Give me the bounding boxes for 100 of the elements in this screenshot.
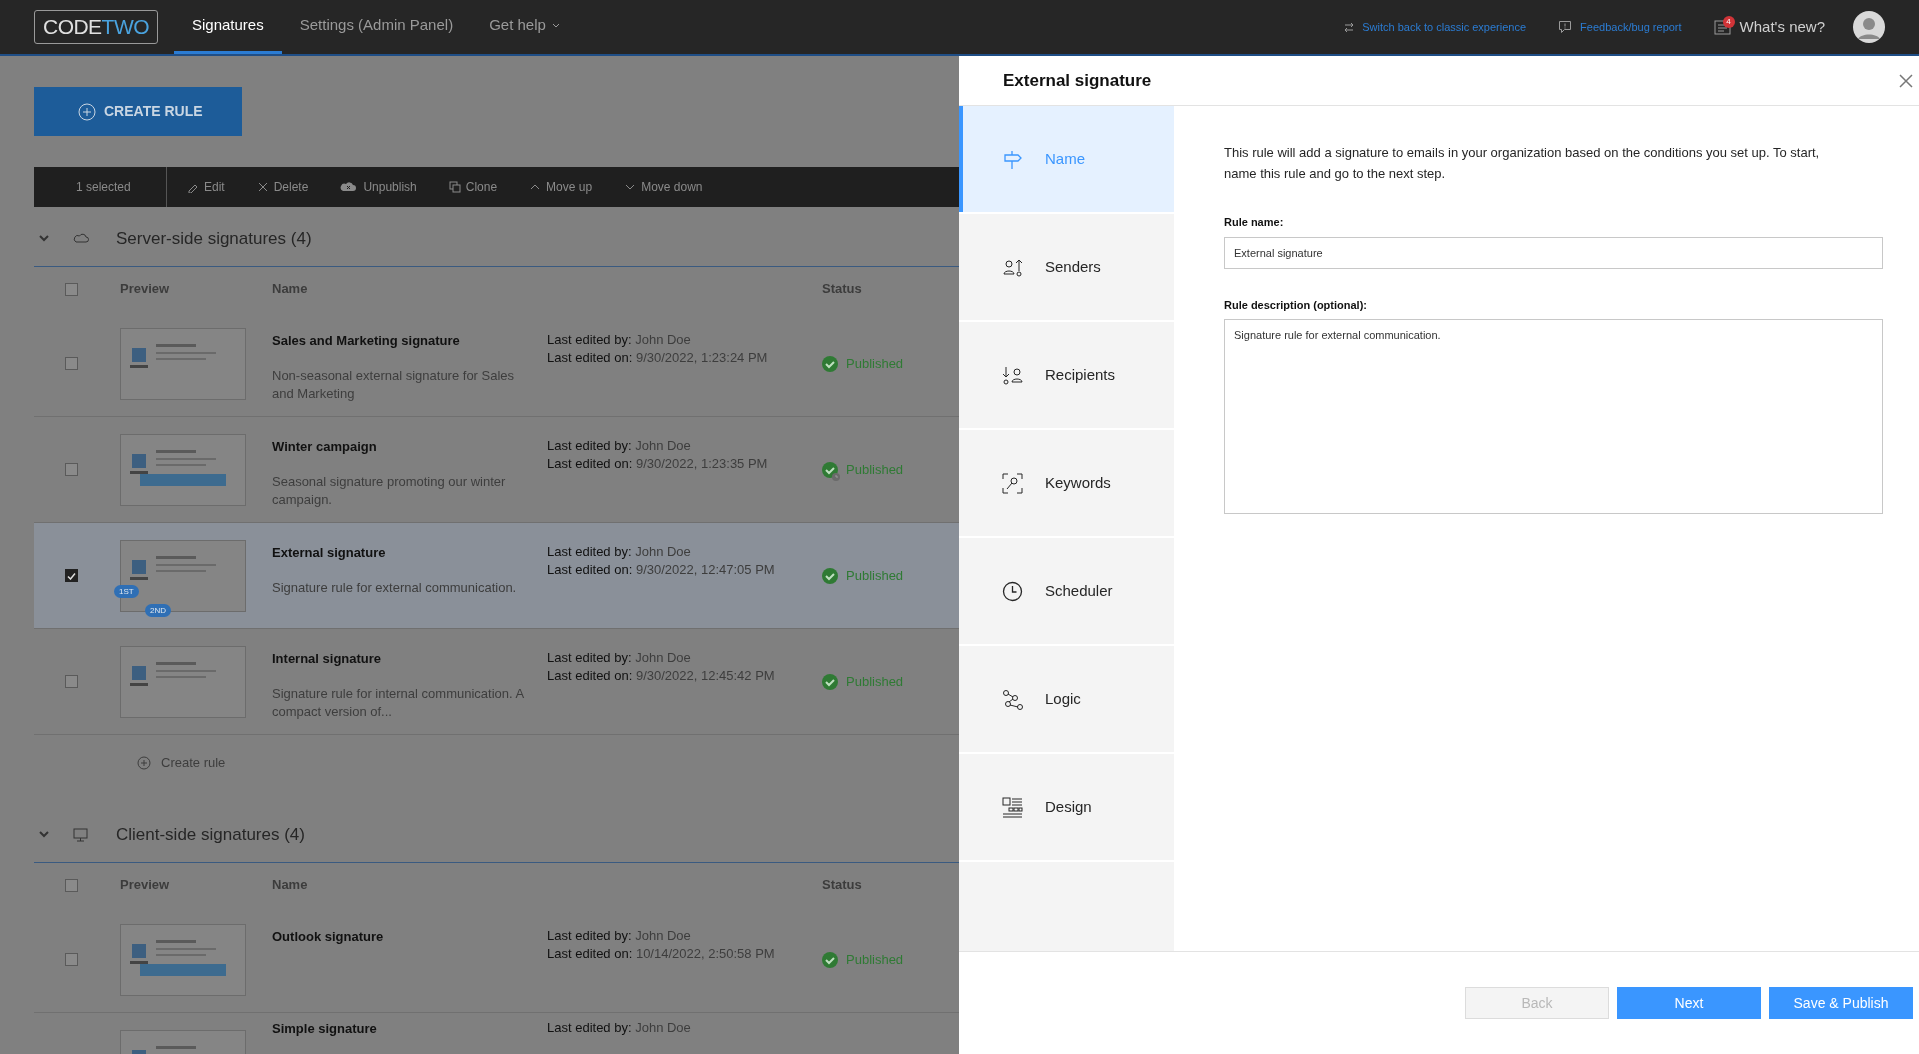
toolbar-button[interactable]: Move down	[624, 178, 703, 196]
create-rule-button[interactable]: CREATE RULE	[34, 87, 242, 136]
signature-name[interactable]: Internal signature	[272, 649, 527, 669]
column-header: Status	[822, 876, 863, 895]
section-title: Client-side signatures (4)	[116, 823, 305, 846]
wizard-step[interactable]: Recipients	[959, 322, 1174, 428]
plus-circle-icon	[78, 102, 96, 121]
check-circle-icon	[822, 461, 838, 478]
logo[interactable]: CODETWO	[34, 10, 158, 44]
feedback-icon	[1558, 20, 1573, 34]
copy-icon	[448, 181, 461, 193]
toolbar-button[interactable]: Clone	[448, 178, 498, 196]
text-area[interactable]: Signature rule for external communication.	[1224, 319, 1883, 514]
nav-tab[interactable]: Get help	[471, 0, 578, 54]
checkbox[interactable]	[65, 953, 78, 966]
table-row[interactable]: 1ST 2ND External signature Signature rule for external communication. Last edited by: John Doe Last edited on: 9/30/2022, 12:47:05 PM Published	[34, 523, 959, 629]
monitor-icon	[73, 827, 88, 842]
signature-name[interactable]: Outlook signature	[272, 927, 527, 947]
last-edited-by: Last edited by: John Doe	[547, 649, 692, 667]
user-avatar[interactable]	[1853, 11, 1885, 43]
header-link[interactable]: Switch back to classic experience	[1344, 0, 1527, 54]
wizard-step[interactable]: Design	[959, 754, 1174, 860]
chevron-down-icon[interactable]	[39, 235, 49, 242]
input-field[interactable]: External signature	[1224, 236, 1883, 269]
last-edited-by: Last edited by: John Doe	[547, 543, 692, 561]
table-row[interactable]: Internal signature Signature rule for internal communication. A compact version of... Last edited by: John Doe Last edited on: 9/30/2022, 12:45:42 PM Published	[34, 629, 959, 735]
checkbox[interactable]	[65, 282, 78, 296]
wizard-step[interactable]: Keywords	[959, 430, 1174, 536]
close-icon[interactable]	[1899, 73, 1913, 88]
checkbox[interactable]	[65, 878, 78, 892]
toolbar-button[interactable]: Move up	[529, 178, 593, 196]
whats-new-link[interactable]: What's new?	[1739, 15, 1825, 39]
check-circle-icon	[822, 951, 838, 968]
check-circle-icon	[822, 567, 838, 584]
signature-name[interactable]: Winter campaign	[272, 437, 527, 457]
table-row[interactable]: Sales and Marketing signature Non-seasonal external signature for Sales and Marketing Last edited by: John Doe Last edited on: 9/30/2022, 1:23:24 PM Published	[34, 311, 959, 417]
panel-title: External signature	[1002, 69, 1153, 92]
signature-name[interactable]: External signature	[272, 543, 527, 563]
plus-circle-icon	[137, 756, 151, 770]
checkbox[interactable]	[65, 463, 78, 476]
last-edited-on: Last edited on: 9/30/2022, 12:45:42 PM	[547, 667, 776, 685]
last-edited-on: Last edited on: 9/30/2022, 12:47:05 PM	[547, 561, 776, 579]
swap-arrows-icon	[1344, 21, 1355, 33]
create-rule-link[interactable]: Create rule	[137, 753, 226, 773]
last-edited-on: Last edited on: 9/30/2022, 1:23:35 PM	[547, 455, 769, 473]
cloud-icon	[340, 181, 359, 193]
header-link[interactable]: Feedback/bug report	[1558, 0, 1682, 54]
layout-icon	[1002, 796, 1023, 818]
nodes-icon	[1002, 688, 1023, 710]
toolbar-button[interactable]: Edit	[187, 178, 225, 196]
intro-text: This rule will add a signature to emails in your organization based on the conditions you set up. To start, name this rule and go to the next step.	[1224, 144, 1821, 183]
footer-button[interactable]: Save & Publish	[1769, 987, 1913, 1019]
table-row[interactable]: Outlook signature Last edited by: John Doe Last edited on: 10/14/2022, 2:50:58 PM Published	[34, 907, 959, 1013]
notification-badge: 4	[1722, 16, 1735, 28]
status-label: Published	[846, 354, 904, 373]
wizard-step[interactable]: Logic	[959, 646, 1174, 752]
wizard-step[interactable]: Scheduler	[959, 538, 1174, 644]
checkmark-icon	[67, 571, 76, 580]
footer-button[interactable]: Next	[1617, 987, 1761, 1019]
column-header: Preview	[120, 280, 171, 299]
signature-name[interactable]: Simple signature	[272, 1019, 527, 1039]
table-row[interactable]: Simple signature Last edited by: John Doe	[34, 1013, 959, 1054]
signpost-icon	[1002, 148, 1023, 170]
column-header: Status	[822, 280, 863, 299]
toolbar-button[interactable]: Delete	[256, 178, 309, 196]
last-edited-by: Last edited by: John Doe	[547, 331, 692, 349]
table-row[interactable]: Winter campaign Seasonal signature promoting our winter campaign. Last edited by: John Doe Last edited on: 9/30/2022, 1:23:35 PM Published	[34, 417, 959, 523]
last-edited-on: Last edited on: 10/14/2022, 2:50:58 PM	[547, 945, 776, 963]
key-scan-icon	[1002, 472, 1023, 494]
wizard-step[interactable]: Senders	[959, 214, 1174, 320]
column-header: Preview	[120, 876, 171, 895]
last-edited-by: Last edited by: John Doe	[547, 437, 692, 455]
signature-description: Signature rule for external communication.	[272, 578, 518, 597]
field-label: Rule name:	[1224, 215, 1285, 230]
signature-description: Seasonal signature promoting our winter campaign.	[272, 472, 507, 509]
close-icon	[256, 181, 269, 193]
check-circle-icon	[822, 355, 838, 372]
signature-description: Signature rule for internal communication. A compact version of...	[272, 684, 525, 721]
checkbox[interactable]	[65, 569, 78, 582]
check-circle-icon	[822, 673, 838, 690]
status-label: Published	[846, 460, 904, 479]
nav-tab[interactable]: Settings (Admin Panel)	[281, 0, 472, 54]
people-arrow-down-icon	[1002, 364, 1023, 386]
signature-name[interactable]: Sales and Marketing signature	[272, 331, 527, 351]
status-label: Published	[846, 672, 904, 691]
toolbar-button[interactable]: Unpublish	[340, 178, 417, 196]
signature-description: Non-seasonal external signature for Sales and Marketing	[272, 366, 516, 403]
column-header: Name	[272, 281, 308, 297]
last-edited-by: Last edited by: John Doe	[547, 1019, 692, 1037]
status-label: Published	[846, 950, 904, 969]
section-title: Server-side signatures (4)	[116, 227, 312, 250]
cloud-icon	[73, 233, 89, 244]
column-header: Name	[272, 877, 308, 893]
status-label: Published	[846, 566, 904, 585]
clock-icon	[1002, 580, 1023, 602]
wizard-step[interactable]: Name	[959, 106, 1174, 212]
last-edited-on: Last edited on: 9/30/2022, 1:23:24 PM	[547, 349, 769, 367]
chevron-down-icon[interactable]	[39, 831, 49, 838]
checkbox[interactable]	[65, 357, 78, 370]
checkbox[interactable]	[65, 675, 78, 688]
